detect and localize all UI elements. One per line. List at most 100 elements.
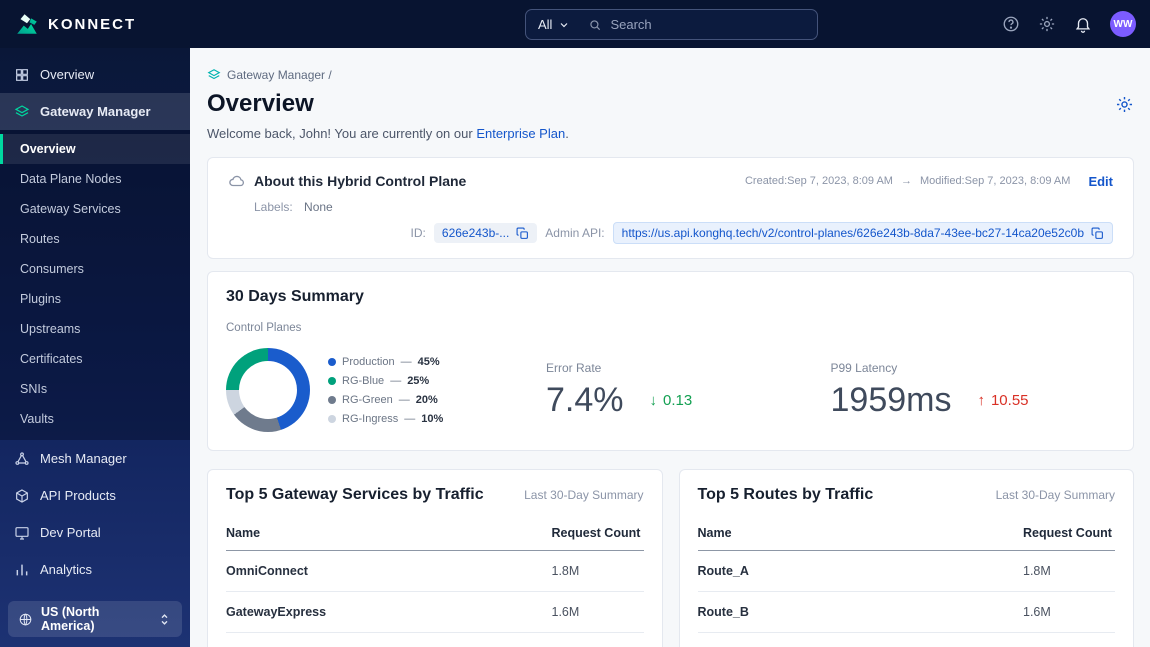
top-services-card: Top 5 Gateway Services by Traffic Last 3… bbox=[207, 469, 663, 647]
admin-api-label: Admin API: bbox=[545, 226, 605, 240]
gateway-subnav: Overview Data Plane Nodes Gateway Services… bbox=[0, 130, 190, 440]
up-down-chevrons-icon bbox=[157, 612, 172, 627]
control-planes-chart: Production —45% RG-Blue —25% RG-Green —20% RG-… bbox=[226, 348, 546, 432]
sidebar-item-overview[interactable]: Overview bbox=[0, 56, 190, 93]
sidebar-item-gateway-manager[interactable]: Gateway Manager bbox=[0, 93, 190, 130]
services-card-subtitle: Last 30-Day Summary bbox=[524, 488, 644, 502]
table-row[interactable]: ConnectEdge1.4M bbox=[226, 632, 644, 647]
search-scope-label: All bbox=[538, 17, 553, 32]
help-icon[interactable] bbox=[1002, 15, 1020, 33]
sidebar-subitem-plugins[interactable]: Plugins bbox=[0, 284, 190, 314]
table-row[interactable]: Route_C1.4M bbox=[697, 632, 1115, 647]
sidebar-item-label: Analytics bbox=[40, 562, 93, 577]
global-search[interactable]: All Search bbox=[525, 9, 818, 40]
legend-value: 25% bbox=[407, 374, 430, 387]
table-row[interactable]: Route_A 1.8M bbox=[697, 550, 1115, 592]
table-header-row: Name Request Count bbox=[226, 518, 644, 551]
services-card-title: Top 5 Gateway Services by Traffic bbox=[226, 486, 484, 503]
error-rate-value: 7.4% bbox=[546, 380, 624, 419]
p99-latency-label: P99 Latency bbox=[830, 360, 898, 375]
breadcrumb-label: Gateway Manager / bbox=[227, 68, 332, 82]
cube-icon bbox=[14, 488, 30, 504]
cell-name: GatewayExpress bbox=[226, 591, 552, 633]
topbar-actions: WW bbox=[1002, 11, 1136, 37]
search-scope-dropdown[interactable]: All bbox=[526, 17, 582, 32]
sidebar-subitem-data-plane-nodes[interactable]: Data Plane Nodes bbox=[0, 164, 190, 194]
routes-card-subtitle: Last 30-Day Summary bbox=[995, 488, 1115, 502]
labels-value: None bbox=[304, 200, 333, 214]
donut-chart bbox=[226, 348, 310, 432]
bar-chart-icon bbox=[14, 562, 30, 578]
sidebar-item-label: Overview bbox=[40, 67, 95, 82]
sidebar-item-analytics[interactable]: Analytics bbox=[0, 551, 190, 588]
control-plane-id-badge[interactable]: 626e243b-... bbox=[433, 223, 538, 243]
mesh-icon bbox=[14, 451, 30, 467]
summary-body: Production —45% RG-Blue —25% RG-Green —20% RG-… bbox=[226, 348, 1115, 432]
legend-separator: — bbox=[404, 412, 416, 425]
modified-timestamp: Modified:Sep 7, 2023, 8:09 AM bbox=[920, 175, 1070, 187]
admin-api-badge[interactable]: https://us.api.konghq.tech/v2/control-pl… bbox=[612, 222, 1113, 244]
sidebar-item-mesh-manager[interactable]: Mesh Manager bbox=[0, 440, 190, 477]
sidebar-subitem-gateway-services[interactable]: Gateway Services bbox=[0, 194, 190, 224]
summary-card: 30 Days Summary Control Planes Productio… bbox=[207, 271, 1134, 451]
grid-icon bbox=[14, 67, 30, 83]
legend-separator: — bbox=[400, 355, 412, 368]
legend-item: RG-Green — 20% bbox=[328, 394, 443, 406]
table-row[interactable]: GatewayExpress 1.6M bbox=[226, 591, 644, 633]
sidebar-subitem-consumers[interactable]: Consumers bbox=[0, 254, 190, 284]
cell-name: Route_B bbox=[697, 591, 1023, 633]
sidebar-item-api-products[interactable]: API Products bbox=[0, 477, 190, 514]
kong-logo-icon bbox=[17, 14, 37, 34]
sidebar-subitem-upstreams[interactable]: Upstreams bbox=[0, 314, 190, 344]
edit-button[interactable]: Edit bbox=[1088, 174, 1113, 189]
legend-label: RG-Ingress bbox=[342, 412, 399, 425]
legend-separator: — bbox=[390, 374, 402, 387]
sidebar-subitem-certificates[interactable]: Certificates bbox=[0, 344, 190, 374]
sidebar-subitem-overview[interactable]: Overview bbox=[0, 134, 190, 164]
copy-icon[interactable] bbox=[516, 227, 529, 240]
sidebar-subitem-snis[interactable]: SNIs bbox=[0, 374, 190, 404]
cloud-icon bbox=[228, 172, 246, 190]
legend-value: 20% bbox=[415, 393, 438, 406]
page-settings-button[interactable] bbox=[1115, 95, 1134, 114]
gear-icon[interactable] bbox=[1038, 15, 1056, 33]
region-label: US (North America) bbox=[41, 605, 100, 633]
column-header: Name bbox=[226, 518, 552, 551]
gateway-manager-icon bbox=[207, 68, 221, 82]
legend-value: 10% bbox=[421, 412, 444, 425]
sidebar-item-dev-portal[interactable]: Dev Portal bbox=[0, 514, 190, 551]
brand[interactable]: KONNECT bbox=[14, 11, 190, 37]
legend-item: Production — 45% bbox=[328, 356, 443, 368]
bell-icon[interactable] bbox=[1074, 15, 1092, 33]
ids-row: ID: 626e243b-... Admin API: https://us.a… bbox=[228, 222, 1113, 244]
welcome-text: Welcome back, John! You are currently on… bbox=[207, 126, 1134, 141]
cell-request-count: 1.4M bbox=[1023, 632, 1115, 647]
welcome-prefix: Welcome back, John! You are currently on… bbox=[207, 126, 477, 141]
table-row[interactable]: Route_B 1.6M bbox=[697, 591, 1115, 633]
p99-latency-delta: ↑ 10.55 bbox=[977, 392, 1028, 409]
legend-label: RG-Green bbox=[342, 393, 393, 406]
legend-separator: — bbox=[398, 393, 410, 406]
error-rate-label: Error Rate bbox=[546, 360, 602, 375]
enterprise-plan-link[interactable]: Enterprise Plan bbox=[476, 126, 565, 141]
avatar[interactable]: WW bbox=[1110, 11, 1136, 37]
error-rate-metric: Error Rate 7.4% ↓ 0.13 bbox=[546, 361, 831, 420]
about-card-header: About this Hybrid Control Plane Created:… bbox=[228, 172, 1113, 190]
sidebar-subitem-routes[interactable]: Routes bbox=[0, 224, 190, 254]
table-row[interactable]: OmniConnect 1.8M bbox=[226, 550, 644, 592]
region-selector[interactable]: US (North America) bbox=[8, 601, 182, 637]
top-routes-card: Top 5 Routes by Traffic Last 30-Day Summ… bbox=[678, 469, 1134, 647]
admin-api-url: https://us.api.konghq.tech/v2/control-pl… bbox=[621, 226, 1084, 240]
copy-icon[interactable] bbox=[1091, 227, 1104, 240]
control-plane-id-value: 626e243b-... bbox=[441, 226, 510, 240]
created-timestamp: Created:Sep 7, 2023, 8:09 AM bbox=[745, 175, 893, 187]
legend-item: RG-Ingress — 10% bbox=[328, 413, 443, 425]
sidebar-subitem-vaults[interactable]: Vaults bbox=[0, 404, 190, 434]
services-table: Name Request Count OmniConnect 1.8M Gateway… bbox=[226, 518, 644, 647]
sidebar-item-label: Dev Portal bbox=[40, 525, 101, 540]
konnect-app: KONNECT All Search WW Overview Gateway M… bbox=[0, 0, 1150, 647]
trend-down-icon: ↓ bbox=[649, 391, 658, 409]
id-label: ID: bbox=[410, 226, 426, 240]
column-header: Request Count bbox=[551, 518, 644, 551]
breadcrumb[interactable]: Gateway Manager / bbox=[207, 68, 332, 82]
